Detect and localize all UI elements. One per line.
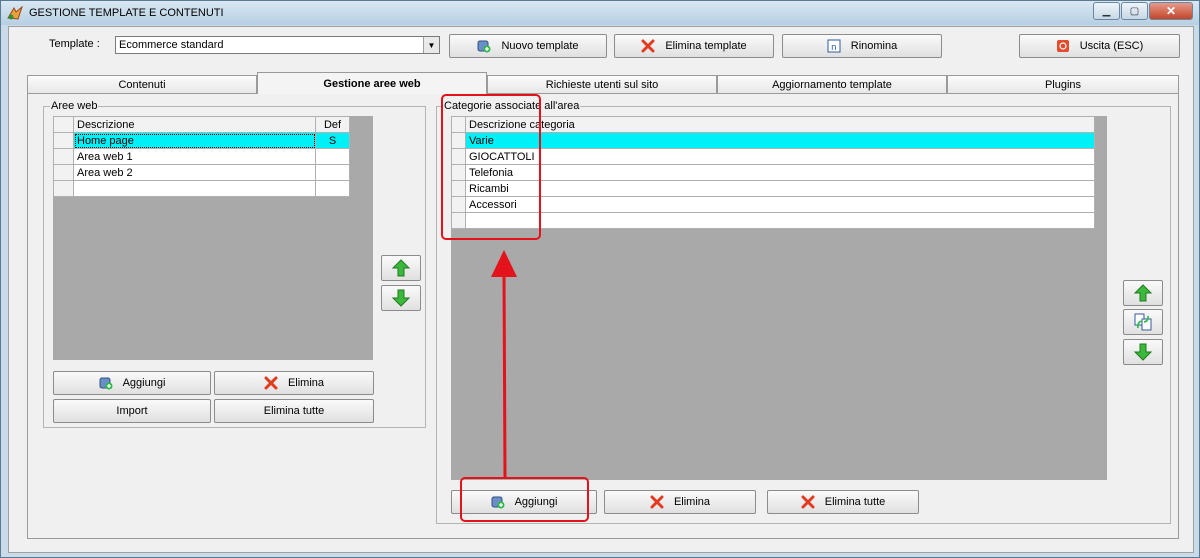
tab-gestione-aree-web[interactable]: Gestione aree web — [257, 72, 487, 94]
aree-web-move-up-button[interactable] — [381, 255, 421, 281]
cell-descrizione[interactable]: Area web 2 — [73, 164, 316, 181]
aree-web-header-row: Descrizione Def — [53, 116, 350, 133]
annotation-highlight-add-button — [460, 477, 589, 522]
aree-web-group: Aree web Descrizione Def Home page S Are… — [43, 100, 426, 428]
annotation-highlight-categories — [441, 94, 541, 240]
aree-web-delete-label: Elimina — [287, 377, 325, 389]
close-icon[interactable]: ✕ — [1149, 2, 1193, 20]
cell-def[interactable] — [315, 164, 350, 181]
aree-web-title: Aree web — [50, 100, 99, 112]
delete-template-button[interactable]: Elimina template — [614, 34, 774, 58]
categorie-delete-label: Elimina — [673, 496, 711, 508]
rename-icon: n — [827, 39, 841, 53]
app-icon — [7, 6, 23, 20]
chevron-down-icon[interactable]: ▼ — [423, 37, 439, 53]
cell-descrizione-categoria[interactable]: Varie — [465, 132, 1095, 149]
table-row-new[interactable] — [451, 212, 1095, 229]
table-row[interactable]: GIOCATTOLI — [451, 148, 1095, 165]
categorie-delete-all-button[interactable]: Elimina tutte — [767, 490, 919, 514]
cell-descrizione[interactable]: Area web 1 — [73, 148, 316, 165]
categorie-move-down-button[interactable] — [1123, 339, 1163, 365]
exit-button[interactable]: Uscita (ESC) — [1019, 34, 1180, 58]
categorie-delete-all-label: Elimina tutte — [824, 496, 886, 508]
client-area: Template : Ecommerce standard ▼ Nuovo te… — [8, 26, 1194, 553]
svg-text:n: n — [831, 43, 837, 53]
new-template-button[interactable]: Nuovo template — [449, 34, 607, 58]
import-label: Import — [116, 405, 148, 417]
rename-label: Rinomina — [850, 40, 898, 52]
categorie-move-up-button[interactable] — [1123, 280, 1163, 306]
table-row[interactable]: Telefonia — [451, 164, 1095, 181]
categorie-header-row: Descrizione categoria — [451, 116, 1095, 133]
aree-web-delete-all-label: Elimina tutte — [263, 405, 325, 417]
categorie-group: Categorie associate all'area Descrizione… — [436, 100, 1171, 524]
column-header-descrizione[interactable]: Descrizione — [73, 116, 316, 133]
aree-web-move-down-button[interactable] — [381, 285, 421, 311]
template-select-value: Ecommerce standard — [119, 39, 224, 51]
delete-x-icon — [801, 495, 815, 509]
delete-x-icon — [650, 495, 664, 509]
table-row[interactable]: Accessori — [451, 196, 1095, 213]
cell-descrizione-categoria[interactable]: Telefonia — [465, 164, 1095, 181]
cell-descrizione-categoria[interactable]: Ricambi — [465, 180, 1095, 197]
delete-x-icon — [641, 39, 655, 53]
column-header-descrizione-categoria[interactable]: Descrizione categoria — [465, 116, 1095, 133]
tab-contenuti[interactable]: Contenuti — [27, 75, 257, 94]
minimize-icon[interactable]: ▁ — [1093, 2, 1120, 20]
add-icon — [99, 376, 113, 390]
table-row[interactable]: Area web 2 — [53, 164, 350, 181]
aree-web-add-label: Aggiungi — [122, 377, 166, 389]
table-row[interactable]: Varie — [451, 132, 1095, 149]
arrow-up-icon — [1133, 284, 1153, 302]
cell-descrizione[interactable]: Home page — [73, 132, 316, 149]
cell-descrizione-categoria[interactable]: GIOCATTOLI — [465, 148, 1095, 165]
aree-web-add-button[interactable]: Aggiungi — [53, 371, 211, 395]
window-title: GESTIONE TEMPLATE E CONTENUTI — [29, 7, 224, 19]
column-header-def[interactable]: Def — [315, 116, 350, 133]
tab-aggiornamento-template[interactable]: Aggiornamento template — [717, 75, 947, 94]
swap-pages-icon — [1134, 313, 1152, 331]
maximize-icon[interactable]: ▢ — [1121, 2, 1148, 20]
new-template-label: Nuovo template — [501, 40, 579, 52]
table-row-new[interactable] — [53, 180, 350, 197]
aree-web-grid[interactable]: Descrizione Def Home page S Area web 1 A… — [53, 116, 373, 360]
arrow-down-icon — [1133, 343, 1153, 361]
tab-panel-gestione-aree-web: Aree web Descrizione Def Home page S Are… — [27, 93, 1179, 539]
aree-web-delete-button[interactable]: Elimina — [214, 371, 374, 395]
cell-descrizione-categoria[interactable]: Accessori — [465, 196, 1095, 213]
template-select[interactable]: Ecommerce standard ▼ — [115, 36, 440, 54]
import-button[interactable]: Import — [53, 399, 211, 423]
new-template-icon — [477, 39, 491, 53]
arrow-up-icon — [391, 259, 411, 277]
table-row[interactable]: Ricambi — [451, 180, 1095, 197]
table-row[interactable]: Home page S — [53, 132, 350, 149]
arrow-down-icon — [391, 289, 411, 307]
tab-bar: Contenuti Gestione aree web Richieste ut… — [27, 72, 1179, 94]
categorie-grid[interactable]: Descrizione categoria Varie GIOCATTOLI T… — [451, 116, 1107, 480]
cell-def[interactable] — [315, 148, 350, 165]
app-window: GESTIONE TEMPLATE E CONTENUTI ▁ ▢ ✕ Temp… — [0, 0, 1200, 558]
delete-x-icon — [264, 376, 278, 390]
categorie-swap-button[interactable] — [1123, 309, 1163, 335]
tab-plugins[interactable]: Plugins — [947, 75, 1179, 94]
title-bar[interactable]: GESTIONE TEMPLATE E CONTENUTI ▁ ▢ ✕ — [1, 1, 1199, 25]
delete-template-label: Elimina template — [665, 40, 747, 52]
power-icon — [1056, 39, 1070, 53]
categorie-delete-button[interactable]: Elimina — [604, 490, 756, 514]
rename-button[interactable]: n Rinomina — [782, 34, 942, 58]
exit-label: Uscita (ESC) — [1079, 40, 1144, 52]
tab-richieste-utenti[interactable]: Richieste utenti sul sito — [487, 75, 717, 94]
aree-web-delete-all-button[interactable]: Elimina tutte — [214, 399, 374, 423]
template-label: Template : — [49, 38, 100, 50]
table-row[interactable]: Area web 1 — [53, 148, 350, 165]
cell-def[interactable]: S — [315, 132, 350, 149]
